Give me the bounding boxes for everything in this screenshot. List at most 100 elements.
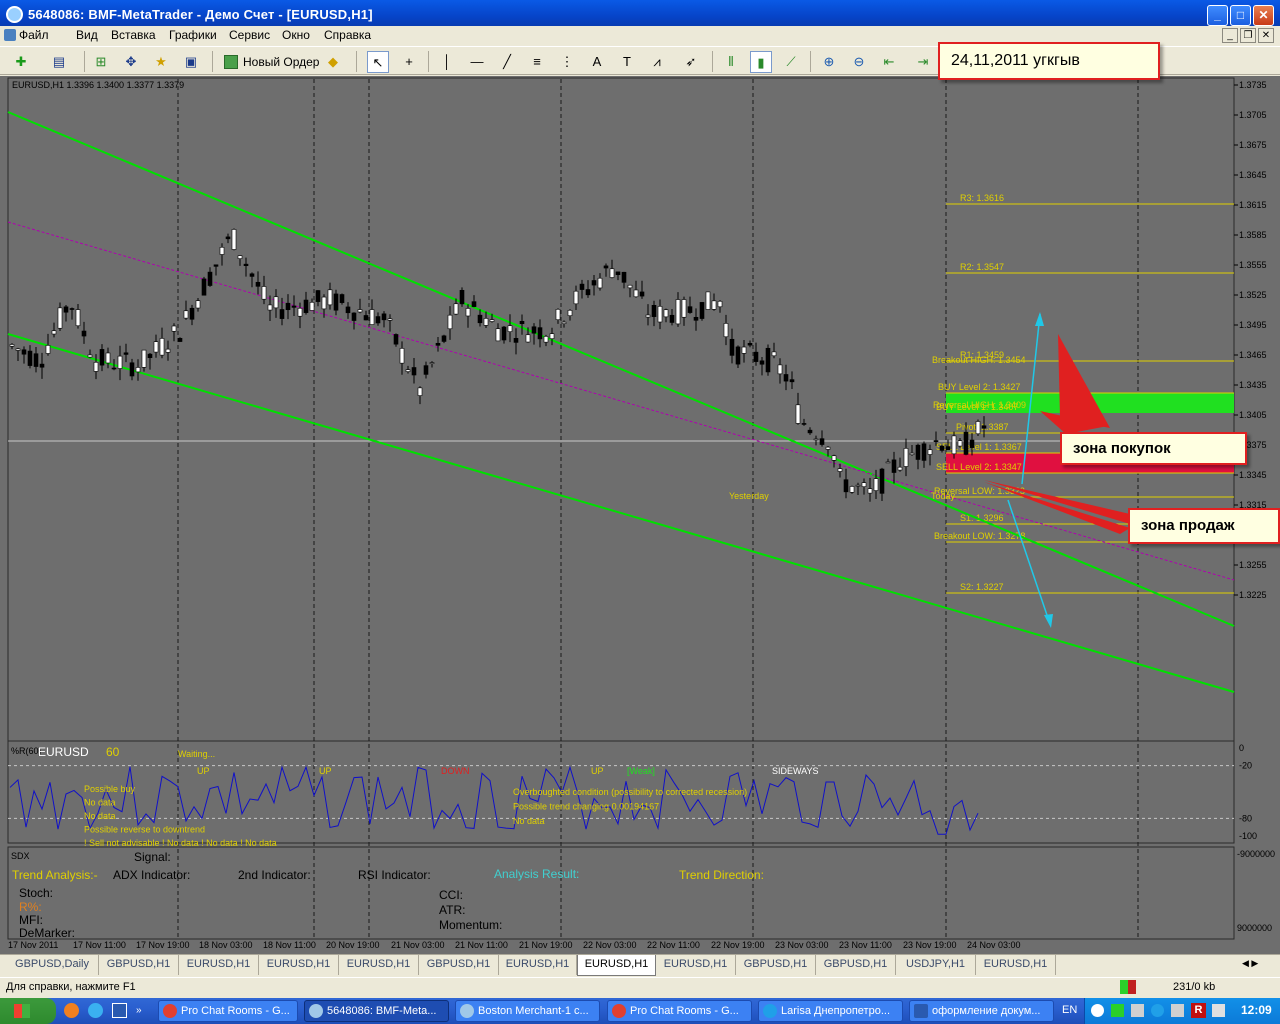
fibonacci-icon[interactable]: ⋮ — [556, 51, 578, 73]
chart-tab[interactable]: GBPUSD,H1 — [99, 955, 179, 975]
chart-area[interactable]: R3: 1.3616 R2: 1.3547 R1: 1.3459 Breakout H… — [0, 76, 1280, 954]
trendline-icon[interactable]: ╱ — [496, 51, 518, 73]
text-icon[interactable]: A — [586, 51, 608, 73]
zoom-in-icon[interactable]: ⊕ — [818, 51, 840, 73]
menu-insert[interactable]: Вставка — [111, 28, 156, 42]
mdi-close-button[interactable]: ✕ — [1258, 28, 1274, 43]
mdi-minimize-button[interactable]: _ — [1222, 28, 1238, 43]
horizontal-line-icon[interactable]: — — [466, 51, 488, 73]
candle-body — [975, 421, 981, 435]
favorites-icon[interactable]: ★ — [150, 51, 172, 73]
skype-tray-icon[interactable] — [1151, 1004, 1164, 1017]
start-button[interactable] — [0, 998, 56, 1024]
candle-body — [105, 352, 111, 364]
price-chart[interactable]: R3: 1.3616R2: 1.3547R1: 1.3459Breakout H… — [0, 76, 1280, 954]
expert-advisors-icon[interactable]: ◆ — [322, 51, 344, 73]
candle-body — [171, 325, 177, 332]
time-tick-label: 17 Nov 11:00 — [73, 940, 126, 950]
chart-tab[interactable]: EURUSD,H1 — [577, 955, 656, 976]
line-chart-icon[interactable]: ⟋ — [780, 51, 802, 73]
task-skype[interactable]: Larisa Днепропетро... — [758, 1000, 903, 1022]
candle-body — [633, 289, 639, 298]
candle-body — [441, 335, 447, 342]
candle-body — [603, 265, 609, 269]
firefox-quicklaunch-icon[interactable] — [64, 1003, 79, 1018]
task-label: Larisa Днепропетро... — [781, 1005, 891, 1017]
chart-tab[interactable]: GBPUSD,H1 — [736, 955, 816, 975]
menu-view[interactable]: Вид — [76, 28, 98, 42]
antivirus-tray-icon[interactable]: R — [1191, 1003, 1206, 1018]
chart-tab[interactable]: GBPUSD,H1 — [419, 955, 499, 975]
maximize-button[interactable]: □ — [1230, 5, 1251, 26]
chart-tab[interactable]: EURUSD,H1 — [259, 955, 339, 975]
task-pro-chat-1[interactable]: Pro Chat Rooms - G... — [158, 1000, 298, 1022]
chart-tab[interactable]: EURUSD,H1 — [339, 955, 419, 975]
minimize-button[interactable]: _ — [1207, 5, 1228, 26]
menu-window[interactable]: Окно — [282, 28, 310, 42]
terminal-icon[interactable]: ▣ — [180, 51, 202, 73]
volume-tray-icon[interactable] — [1171, 1004, 1184, 1017]
candlestick-icon[interactable]: ▮ — [750, 51, 772, 73]
candle-body — [423, 365, 429, 375]
chart-tab[interactable]: EURUSD,H1 — [976, 955, 1056, 975]
crosshair-icon[interactable]: + — [398, 51, 420, 73]
help-tray-icon[interactable] — [1091, 1004, 1104, 1017]
level-label: S2: 1.3227 — [960, 582, 1004, 592]
menu-file[interactable]: Файл — [19, 28, 49, 42]
candle-body — [705, 291, 711, 310]
navigator-icon[interactable]: ✥ — [120, 51, 142, 73]
yesterday-label: Yesterday — [729, 491, 769, 501]
chart-tab[interactable]: USDJPY,H1 — [896, 955, 976, 975]
ie-quicklaunch-icon[interactable] — [88, 1003, 103, 1018]
new-order-button[interactable]: Новый Ордер — [222, 51, 319, 73]
task-metatrader[interactable]: 5648086: BMF-Meta... — [304, 1000, 449, 1022]
candle-body — [123, 352, 129, 355]
cursor-icon[interactable]: ↖ — [367, 51, 389, 73]
menu-tools[interactable]: Сервис — [229, 28, 270, 42]
new-order-label: Новый Ордер — [243, 55, 320, 69]
network-tray-icon[interactable] — [1131, 1004, 1144, 1017]
close-button[interactable]: ✕ — [1253, 5, 1274, 26]
menu-help[interactable]: Справка — [324, 28, 371, 42]
chart-shift-icon[interactable]: ⇥ — [912, 51, 934, 73]
task-boston-merchant[interactable]: Boston Merchant-1 c... — [455, 1000, 600, 1022]
candle-body — [213, 264, 219, 267]
task-pro-chat-2[interactable]: Pro Chat Rooms - G... — [607, 1000, 752, 1022]
candle-body — [939, 445, 945, 451]
candle-body — [783, 374, 789, 382]
fan-icon[interactable]: ⩘ — [646, 51, 668, 73]
quicklaunch-more-icon[interactable]: » — [136, 1005, 142, 1016]
equidistant-channel-icon[interactable]: ≡ — [526, 51, 548, 73]
language-indicator[interactable]: EN — [1062, 1004, 1077, 1016]
candle-body — [777, 364, 783, 375]
mdi-restore-button[interactable]: ❐ — [1240, 28, 1256, 43]
chart-tab[interactable]: EURUSD,H1 — [499, 955, 577, 975]
candle-body — [657, 306, 663, 323]
word-quicklaunch-icon[interactable] — [112, 1003, 127, 1018]
candle-body — [57, 307, 63, 329]
candle-body — [303, 299, 309, 313]
candle-body — [969, 439, 975, 448]
metatrader-tray-icon[interactable] — [1111, 1004, 1124, 1017]
vertical-line-icon[interactable]: │ — [436, 51, 458, 73]
chart-tab[interactable]: EURUSD,H1 — [656, 955, 736, 975]
chart-tab[interactable]: EURUSD,H1 — [179, 955, 259, 975]
zoom-out-icon[interactable]: ⊖ — [848, 51, 870, 73]
tab-scroll-arrows[interactable]: ◀ ▶ — [1242, 958, 1272, 973]
usb-tray-icon[interactable] — [1212, 1004, 1225, 1017]
auto-scroll-icon[interactable]: ⇤ — [878, 51, 900, 73]
menu-charts[interactable]: Графики — [169, 28, 217, 42]
profiles-icon[interactable]: ▤ — [48, 51, 70, 73]
chart-tab[interactable]: GBPUSD,Daily — [6, 955, 99, 975]
arrows-icon[interactable]: ➶ — [680, 51, 702, 73]
new-chart-icon[interactable]: ✚ — [10, 51, 32, 73]
price-tick-label: 1.3585 — [1239, 230, 1267, 240]
time-tick-label: 17 Nov 19:00 — [136, 940, 190, 950]
candle-body — [477, 314, 483, 324]
chart-tab[interactable]: GBPUSD,H1 — [816, 955, 896, 975]
task-word-doc[interactable]: оформление докум... — [909, 1000, 1054, 1022]
time-tick-label: 18 Nov 03:00 — [199, 940, 253, 950]
bar-chart-icon[interactable]: ⫴ — [720, 51, 742, 73]
market-watch-icon[interactable]: ⊞ — [90, 51, 112, 73]
text-label-icon[interactable]: T — [616, 51, 638, 73]
